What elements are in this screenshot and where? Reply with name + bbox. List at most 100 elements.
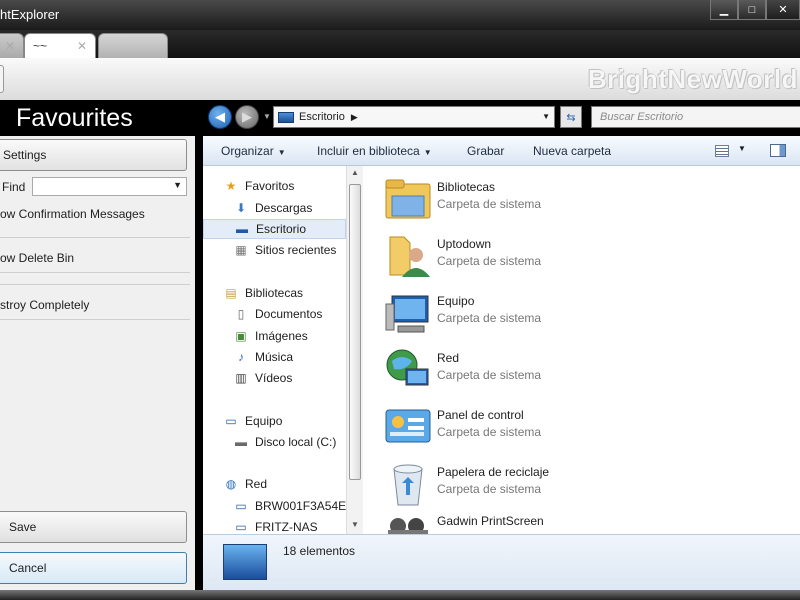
network-icon: ◍: [225, 477, 237, 491]
tree-label: Imágenes: [255, 329, 308, 343]
address-bar[interactable]: Escritorio ▶ ▼: [273, 106, 555, 128]
organize-menu[interactable]: Organizar ▼: [221, 144, 286, 158]
item-type: Carpeta de sistema: [437, 197, 542, 211]
tree-label: Favoritos: [245, 179, 295, 193]
item-name: Papelera de reciclaje: [437, 465, 550, 479]
cancel-button[interactable]: Cancel: [0, 552, 187, 584]
address-dropdown-icon[interactable]: ▼: [542, 112, 550, 121]
tree-label: Vídeos: [255, 371, 293, 385]
computer-icon: ▭: [225, 414, 237, 428]
favourites-panel: Favourites Settings Find ▼ ow Confirmati…: [0, 100, 197, 590]
title-bar: htExplorer ▁ □ ✕: [0, 0, 800, 30]
scroll-up-icon[interactable]: ▲: [351, 168, 359, 177]
navigation-bar: ◀ ▶ ▼ Escritorio ▶ ▼ ⇆ Buscar Escritorio: [203, 100, 800, 136]
settings-button[interactable]: Settings: [0, 139, 187, 171]
divider: [0, 272, 190, 273]
search-input[interactable]: Buscar Escritorio: [591, 106, 800, 128]
window-controls: ▁ □ ✕: [710, 0, 800, 20]
list-item[interactable]: Gadwin PrintScreen: [384, 506, 684, 534]
tree-label: Documentos: [255, 307, 323, 321]
include-in-library-label: Incluir en biblioteca: [317, 144, 420, 158]
toolbar: BrightNewWorld: [0, 58, 800, 100]
tree-item-red[interactable]: ◍ Red: [223, 474, 365, 494]
downloads-icon: ⬇: [235, 201, 247, 215]
network-computer-icon: ▭: [235, 499, 247, 513]
include-in-library-menu[interactable]: Incluir en biblioteca ▼: [317, 144, 432, 158]
computer-icon: [385, 295, 429, 333]
list-item[interactable]: Papelera de reciclaje Carpeta de sistema: [384, 457, 684, 507]
tab-1[interactable]: ✕: [0, 33, 24, 58]
desktop-icon: [223, 544, 267, 580]
music-icon: ♪: [238, 350, 244, 364]
tab-close-icon[interactable]: ✕: [77, 39, 87, 53]
item-name: Bibliotecas: [437, 180, 496, 194]
preview-pane-icon[interactable]: [770, 144, 786, 157]
network-icon: [386, 349, 429, 386]
find-combobox[interactable]: ▼: [32, 177, 187, 196]
item-name: Gadwin PrintScreen: [437, 514, 544, 528]
new-folder-button[interactable]: Nueva carpeta: [533, 144, 611, 158]
option-show-delete-bin[interactable]: ow Delete Bin: [0, 243, 190, 273]
tree-label: BRW001F3A54EC: [255, 499, 355, 513]
tree-label: Música: [255, 350, 294, 364]
tree-scrollbar[interactable]: ▲ ▼: [346, 166, 363, 534]
option-destroy-completely[interactable]: stroy Completely: [0, 290, 190, 320]
save-button[interactable]: Save: [0, 511, 187, 543]
option-show-confirmation[interactable]: ow Confirmation Messages: [0, 199, 190, 229]
tree-label: Bibliotecas: [245, 286, 304, 300]
item-name: Uptodown: [437, 237, 492, 251]
recent-icon: ▦: [235, 243, 247, 257]
recent-pages-chevron-icon[interactable]: ▼: [263, 112, 271, 121]
item-type: Carpeta de sistema: [437, 482, 542, 496]
tree-item-escritorio[interactable]: ▬ Escritorio: [203, 219, 346, 239]
brand-logo: BrightNewWorld: [587, 64, 798, 94]
user-folder-icon: [389, 236, 430, 277]
videos-icon: ▥: [235, 371, 247, 385]
list-item[interactable]: Bibliotecas Carpeta de sistema: [384, 172, 684, 222]
tree-label: Equipo: [245, 414, 283, 428]
tree-label: Disco local (C:): [255, 435, 337, 449]
scrollbar-thumb[interactable]: [349, 184, 361, 480]
item-type: Carpeta de sistema: [437, 311, 542, 325]
back-arrow-icon[interactable]: ◀: [208, 105, 232, 129]
address-area: Escritorio ▶ ▼ ⇆ Buscar Escritorio: [273, 106, 800, 128]
list-item[interactable]: Panel de control Carpeta de sistema: [384, 400, 684, 450]
tree-item-bibliotecas[interactable]: ▤ Bibliotecas: [223, 283, 365, 303]
app-title: htExplorer: [0, 7, 60, 22]
view-chevron-icon[interactable]: ▼: [738, 144, 746, 153]
tree-item-equipo[interactable]: ▭ Equipo: [223, 411, 365, 431]
list-item[interactable]: Red Carpeta de sistema: [384, 343, 684, 393]
chevron-down-icon: ▼: [277, 148, 286, 157]
recycle-bin-icon: [393, 464, 423, 506]
window-bottom-border: [0, 590, 800, 600]
chevron-down-icon: ▼: [423, 148, 432, 157]
libraries-folder-icon: [385, 179, 431, 219]
list-item[interactable]: Uptodown Carpeta de sistema: [384, 229, 684, 279]
minimize-button[interactable]: ▁: [710, 0, 738, 20]
new-tab[interactable]: [98, 33, 168, 58]
scroll-down-icon[interactable]: ▼: [351, 520, 359, 529]
close-button[interactable]: ✕: [766, 0, 800, 20]
maximize-button[interactable]: □: [738, 0, 766, 20]
item-type: Carpeta de sistema: [437, 254, 542, 268]
tab-strip: ✕ ~~ ✕: [0, 30, 800, 58]
tab-close-icon[interactable]: ✕: [5, 39, 15, 53]
forward-arrow-icon[interactable]: ▶: [235, 105, 259, 129]
tab-label: ~~: [33, 39, 48, 53]
organize-label: Organizar: [221, 144, 274, 158]
command-bar: Organizar ▼ Incluir en biblioteca ▼ Grabar…: [203, 136, 800, 166]
favourites-title: Favourites: [0, 100, 195, 136]
burn-button[interactable]: Grabar: [467, 144, 504, 158]
toolbar-button[interactable]: [0, 65, 4, 93]
list-item[interactable]: Equipo Carpeta de sistema: [384, 286, 684, 336]
refresh-icon[interactable]: ⇆: [560, 106, 582, 128]
tab-2[interactable]: ~~ ✕: [24, 33, 96, 58]
tree-label: Red: [245, 477, 268, 491]
breadcrumb-chevron-icon[interactable]: ▶: [351, 112, 358, 123]
divider: [0, 284, 190, 285]
find-label: Find: [2, 180, 26, 194]
tree-item-favoritos[interactable]: ★ Favoritos: [223, 176, 365, 196]
details-pane: 18 elementos: [203, 534, 800, 590]
chevron-down-icon[interactable]: ▼: [173, 180, 182, 190]
view-icon[interactable]: [715, 145, 729, 157]
